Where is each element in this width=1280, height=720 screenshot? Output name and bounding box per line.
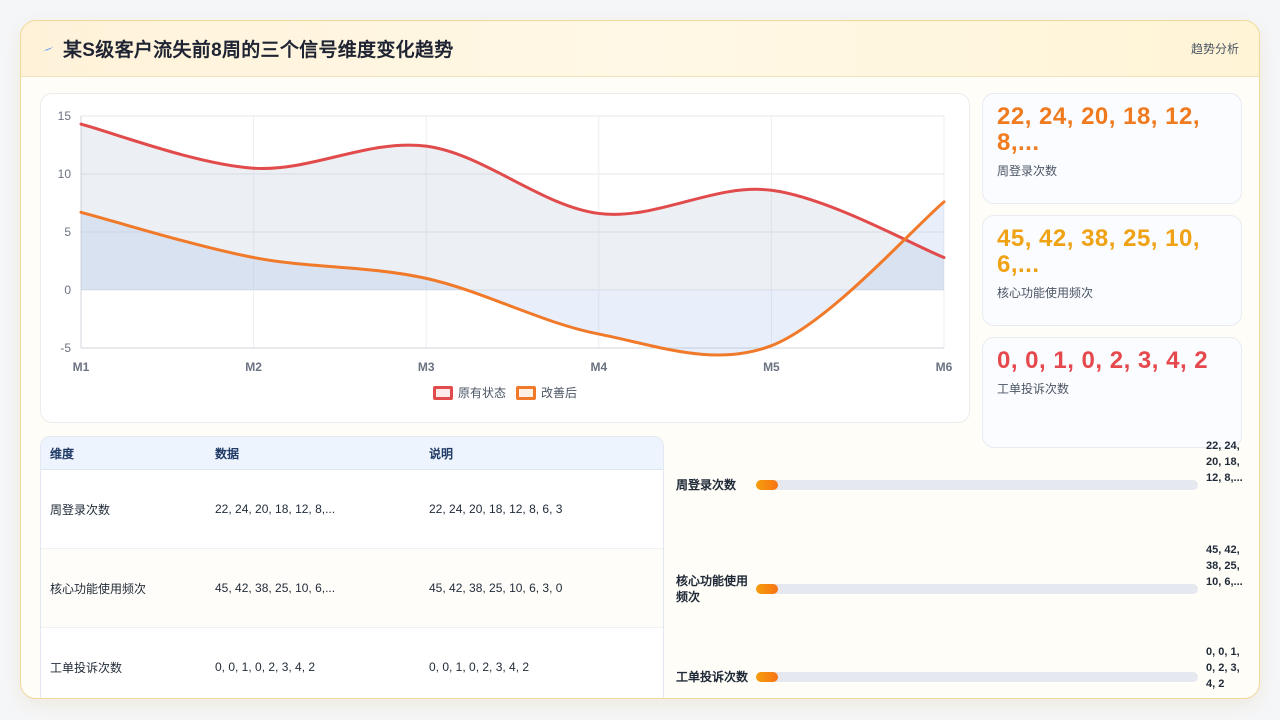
bar-label: 工单投诉次数	[676, 670, 749, 684]
bar-value: 22, 24, 20, 18, 12, 8,...	[1206, 440, 1243, 484]
stat-value-complaints: 0, 0, 1, 0, 2, 3, 4, 2	[997, 347, 1209, 374]
progress-fill	[756, 672, 779, 682]
cell-data: 0, 0, 1, 0, 2, 3, 4, 2	[215, 660, 316, 674]
header-dimension: 维度	[50, 446, 75, 461]
stat-card-feature-usage: 45, 42, 38, 25, 10, 6,... 核心功能使用频次	[982, 215, 1242, 326]
table-row: 工单投诉次数 0, 0, 1, 0, 2, 3, 4, 2 0, 0, 1, 0…	[41, 628, 663, 698]
stat-cards: 22, 24, 20, 18, 12, 8,... 周登录次数 45, 42, …	[982, 93, 1242, 459]
cell-data: 45, 42, 38, 25, 10, 6,...	[215, 581, 336, 595]
bar-value: 0, 0, 1, 0, 2, 3, 4, 2	[1206, 646, 1240, 690]
stat-label-login: 周登录次数	[997, 164, 1058, 178]
progress-bar	[756, 480, 1198, 490]
stat-value-login: 22, 24, 20, 18, 12, 8,...	[997, 103, 1200, 156]
cell-dimension: 工单投诉次数	[50, 660, 123, 675]
cell-description: 45, 42, 38, 25, 10, 6, 3, 0	[429, 581, 563, 595]
x-tick-label: M3	[418, 360, 435, 374]
header-description: 说明	[429, 446, 454, 461]
progress-fill	[756, 480, 779, 490]
progress-fill	[756, 584, 779, 594]
cell-data: 22, 24, 20, 18, 12, 8,...	[215, 502, 336, 516]
dashboard-card: 某S级客户流失前8周的三个信号维度变化趋势 趋势分析 15 10 5 0 -5 M1 M2 M…	[20, 20, 1260, 699]
legend-item-improved[interactable]: 改善后	[516, 384, 577, 401]
title-group: 某S级客户流失前8周的三个信号维度变化趋势	[41, 35, 454, 62]
x-tick-label: M1	[73, 360, 90, 374]
x-tick-label: M4	[590, 360, 607, 374]
y-tick-label: 15	[58, 109, 72, 123]
header-data: 数据	[215, 446, 240, 461]
legend-swatch-improved	[516, 385, 536, 400]
legend-label-original: 原有状态	[457, 386, 506, 400]
y-tick-label: 10	[58, 167, 72, 181]
trend-analysis-link[interactable]: 趋势分析	[1191, 40, 1239, 57]
table-row: 核心功能使用频次 45, 42, 38, 25, 10, 6,... 45, 4…	[41, 549, 663, 628]
y-tick-label: 0	[64, 283, 71, 297]
x-tick-label: M5	[763, 360, 780, 374]
chart-legend: 原有状态 改善后	[41, 384, 969, 401]
cell-dimension: 周登录次数	[50, 502, 111, 517]
cell-description: 0, 0, 1, 0, 2, 3, 4, 2	[429, 660, 530, 674]
legend-item-original[interactable]: 原有状态	[432, 384, 506, 401]
stat-label-feature-usage: 核心功能使用频次	[997, 286, 1094, 300]
lightning-icon	[42, 45, 54, 52]
cell-dimension: 核心功能使用频次	[50, 581, 147, 596]
stat-label-complaints: 工单投诉次数	[997, 382, 1070, 396]
legend-swatch-original	[432, 385, 453, 400]
y-tick-label: 5	[64, 225, 71, 239]
bar-label: 核心功能使用频次	[676, 574, 749, 604]
x-tick-label: M2	[245, 360, 262, 374]
trend-chart-panel: 15 10 5 0 -5 M1 M2 M3 M4 M5 M6 原有状态 改善后	[40, 93, 970, 423]
card-header: 某S级客户流失前8周的三个信号维度变化趋势 趋势分析	[21, 21, 1259, 77]
bar-value: 45, 42, 38, 25, 10, 6,...	[1206, 544, 1243, 588]
stat-card-complaints: 0, 0, 1, 0, 2, 3, 4, 2 工单投诉次数	[982, 337, 1242, 448]
y-tick-label: -5	[60, 341, 71, 355]
cell-description: 22, 24, 20, 18, 12, 8, 6, 3	[429, 502, 563, 516]
table-row: 周登录次数 22, 24, 20, 18, 12, 8,... 22, 24, …	[41, 470, 663, 549]
data-table: 维度 数据 说明 周登录次数 22, 24, 20, 18, 12, 8,...…	[40, 436, 664, 698]
legend-label-improved: 改善后	[541, 386, 578, 400]
x-tick-label: M6	[936, 360, 953, 374]
progress-bar	[756, 672, 1198, 682]
table-header: 维度 数据 说明	[41, 437, 663, 470]
page-title: 某S级客户流失前8周的三个信号维度变化趋势	[63, 40, 454, 61]
bar-label: 周登录次数	[676, 478, 737, 492]
trend-line-chart: 15 10 5 0 -5M1 M2 M3 M4 M5 M6	[58, 109, 953, 374]
stat-value-feature-usage: 45, 42, 38, 25, 10, 6,...	[997, 225, 1200, 278]
progress-bar	[756, 584, 1198, 594]
stat-card-login: 22, 24, 20, 18, 12, 8,... 周登录次数	[982, 93, 1242, 204]
